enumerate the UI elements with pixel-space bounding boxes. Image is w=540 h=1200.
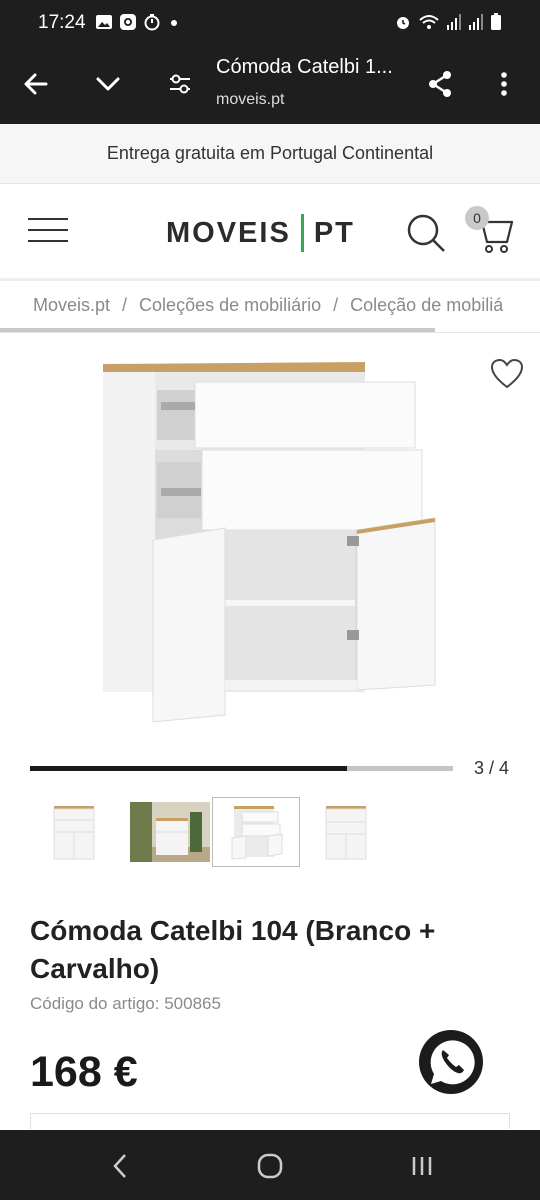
browser-toolbar: Cómoda Catelbi 1... moveis.pt [0, 46, 540, 124]
more-vert-icon [501, 72, 507, 96]
wishlist-button[interactable] [490, 358, 524, 390]
dresser-open-thumbnail [231, 806, 283, 860]
thumbnail-1[interactable] [30, 797, 118, 867]
more-menu-button[interactable] [486, 66, 522, 102]
breadcrumb-separator: / [333, 295, 339, 315]
logo-divider [300, 214, 304, 252]
status-bar: 17:24 [0, 0, 540, 46]
system-nav-bar [0, 1130, 540, 1200]
cart-count-badge: 0 [465, 206, 489, 230]
wifi-icon [419, 15, 439, 29]
menu-button[interactable] [28, 218, 68, 248]
instagram-icon [120, 14, 136, 30]
gallery-counter: 3 / 4 [474, 758, 510, 778]
status-icons-left [95, 13, 181, 31]
status-time: 17:24 [38, 12, 86, 33]
dresser-closed-thumbnail [325, 806, 367, 860]
home-circle-icon [257, 1153, 283, 1179]
nav-home-button[interactable] [250, 1150, 290, 1182]
thumbnail-strip [30, 797, 540, 869]
breadcrumb: Moveis.pt / Coleções de mobiliário / Coleção… [33, 295, 540, 316]
dot-icon [171, 20, 177, 26]
page-title[interactable]: Cómoda Catelbi 1... [216, 56, 393, 79]
thumbnail-3[interactable] [212, 797, 300, 867]
site-logo[interactable]: MOVEIS PT [166, 214, 355, 252]
call-button[interactable] [419, 1030, 483, 1094]
phone-icon [430, 1040, 475, 1085]
recents-icon [412, 1157, 432, 1175]
logo-text-left: MOVEIS [166, 216, 291, 249]
breadcrumb-scrollbar[interactable] [0, 328, 435, 332]
signal-icon [469, 14, 483, 30]
chevron-left-icon [113, 1154, 126, 1178]
breadcrumb-separator: / [122, 295, 128, 315]
search-button[interactable] [405, 212, 447, 254]
cart-button[interactable]: 0 [465, 206, 517, 258]
dresser-room-thumbnail [130, 802, 210, 862]
gallery-progress-fill [30, 766, 348, 771]
share-icon [429, 71, 451, 97]
timer-icon [144, 14, 160, 31]
image-icon [96, 15, 112, 29]
tune-icon [170, 74, 190, 94]
gallery-progress-track [30, 766, 453, 771]
signal-icon [447, 14, 461, 30]
thumbnail-4[interactable] [302, 797, 390, 867]
product-sku: Código do artigo: 500865 [30, 994, 221, 1013]
logo-text-right: PT [313, 216, 355, 249]
menu-icon-line [28, 218, 68, 220]
site-settings-button[interactable] [162, 66, 198, 102]
search-icon [407, 214, 445, 252]
nav-recents-button[interactable] [402, 1150, 442, 1182]
product-title: Cómoda Catelbi 104 (Branco + Carvalho) [30, 915, 436, 984]
battery-icon [491, 13, 501, 30]
breadcrumb-link-collection[interactable]: Coleção de mobiliá [350, 295, 503, 315]
share-button[interactable] [422, 66, 458, 102]
product-price: 168 € [30, 1048, 138, 1096]
back-button[interactable] [18, 66, 54, 102]
product-main-image[interactable] [95, 350, 445, 730]
promo-text: Entrega gratuita em Portugal Continental [106, 143, 434, 163]
dresser-open-illustration [103, 362, 436, 723]
arrow-left-icon [24, 73, 48, 95]
breadcrumb-link-home[interactable]: Moveis.pt [33, 295, 110, 315]
breadcrumb-scroll-track [0, 332, 540, 333]
heart-icon [490, 358, 524, 389]
chevron-down-icon [96, 77, 120, 91]
dresser-front-thumbnail [53, 806, 95, 860]
url-text[interactable]: moveis.pt [216, 91, 284, 109]
alarm-icon [397, 17, 409, 29]
collapse-button[interactable] [90, 66, 126, 102]
breadcrumb-link-collections[interactable]: Coleções de mobiliário [139, 295, 321, 315]
promo-banner: Entrega gratuita em Portugal Continental [0, 124, 540, 184]
nav-back-button[interactable] [100, 1150, 140, 1182]
add-to-cart-box-edge [30, 1113, 510, 1129]
thumbnail-2[interactable] [126, 797, 214, 867]
menu-icon-line [28, 229, 68, 231]
menu-icon-line [28, 240, 68, 242]
site-header: MOVEIS PT 0 [0, 184, 540, 281]
status-icons-right [394, 13, 502, 31]
